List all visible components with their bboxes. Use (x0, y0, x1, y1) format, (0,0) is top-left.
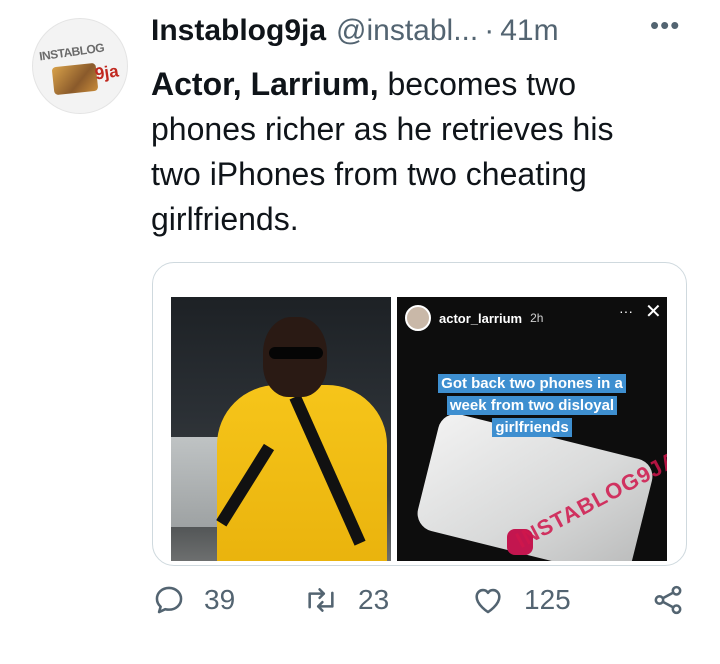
story-more-icon: ··· (619, 303, 633, 319)
tweet-timestamp[interactable]: 41m (500, 14, 558, 48)
media-card[interactable]: INSTABLOG9JA actor_larrium 2h ··· ✕ Got … (152, 262, 687, 566)
photo-instagram-story[interactable]: INSTABLOG9JA actor_larrium 2h ··· ✕ Got … (397, 297, 667, 561)
story-caption-line: Got back two phones in a (438, 374, 626, 393)
retweet-count: 23 (358, 584, 390, 615)
reply-icon (155, 586, 183, 614)
more-options-button[interactable]: ••• (650, 10, 680, 41)
avatar-logo-art (51, 62, 99, 96)
author-handle[interactable]: @instabl... (336, 14, 478, 48)
share-button[interactable] (650, 583, 686, 617)
tweet-actions: 39 23 125 (152, 583, 692, 633)
story-caption-line: girlfriends (492, 418, 572, 437)
header-separator: · (484, 14, 495, 47)
photo-man-yellow-shirt[interactable] (171, 297, 391, 561)
story-header: actor_larrium 2h (405, 305, 543, 331)
tweet-text: Actor, Larrium, becomes two phones riche… (151, 62, 671, 242)
avatar-logo-suffix: 9ja (93, 61, 120, 84)
story-username: actor_larrium (439, 310, 523, 326)
avatar[interactable]: INSTABLOG 9ja (32, 18, 128, 114)
tweet-header: Instablog9ja @instabl... · 41m (151, 14, 559, 48)
story-avatar (405, 305, 431, 331)
like-count: 125 (524, 584, 571, 615)
tweet[interactable]: INSTABLOG 9ja Instablog9ja @instabl... ·… (0, 0, 720, 664)
author-name[interactable]: Instablog9ja (151, 14, 326, 48)
retweet-icon (308, 588, 334, 612)
like-button[interactable]: 125 (470, 583, 571, 617)
story-close-icon: ✕ (645, 301, 662, 323)
heart-icon (475, 588, 501, 614)
story-caption-line: week from two disloyal (446, 396, 618, 415)
story-time: 2h (530, 311, 544, 325)
reply-button[interactable]: 39 (152, 583, 235, 617)
avatar-logo-text: INSTABLOG (38, 40, 105, 64)
story-caption: Got back two phones in a week from two d… (407, 373, 657, 439)
reply-count: 39 (204, 584, 236, 615)
tweet-text-actor: Actor, Larrium, (151, 66, 379, 102)
retweet-button[interactable]: 23 (302, 583, 389, 617)
share-icon (654, 585, 682, 615)
photo-sunglasses (269, 347, 323, 359)
